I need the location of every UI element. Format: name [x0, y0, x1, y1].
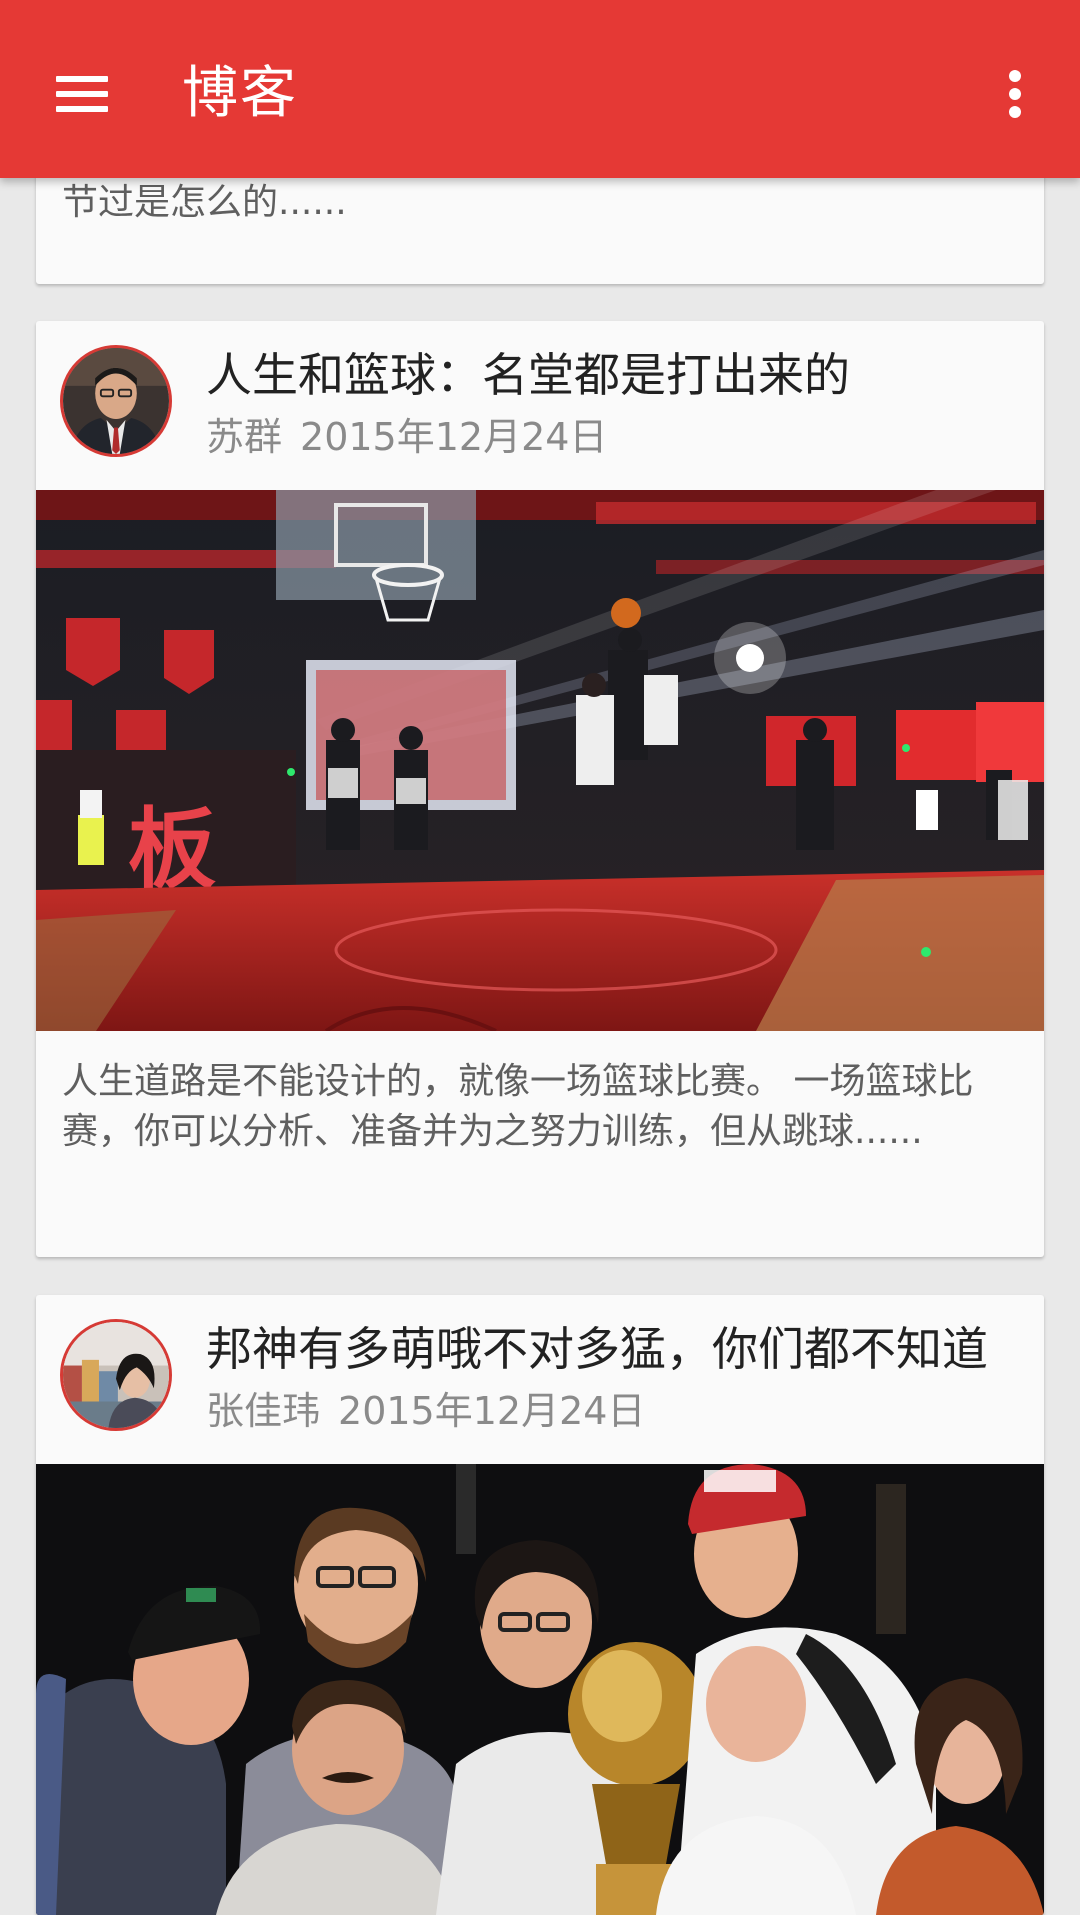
post-meta: 苏群 2015年12月24日	[206, 411, 607, 463]
app-bar: 博客	[0, 0, 1080, 178]
post-author: 苏群	[206, 415, 283, 459]
avatar-image	[63, 348, 169, 454]
post-meta: 张佳玮 2015年12月24日	[206, 1385, 645, 1437]
post-image-basketball[interactable]: 板	[36, 490, 1044, 1031]
hamburger-menu-icon[interactable]	[52, 72, 112, 116]
post-excerpt: 节过是怎么的......	[62, 182, 347, 223]
more-vert-icon[interactable]	[1000, 66, 1030, 122]
author-avatar[interactable]	[60, 345, 172, 457]
post-title[interactable]: 人生和篮球：名堂都是打出来的	[206, 343, 850, 407]
post-card[interactable]: 人生和篮球：名堂都是打出来的 苏群 2015年12月24日 板 人生道路是不能设…	[36, 321, 1044, 1257]
post-image-trophy[interactable]	[36, 1464, 1044, 1915]
group-photo	[36, 1464, 1044, 1915]
basketball-photo: 板	[36, 490, 1044, 1031]
arena-sign-text: 板	[128, 798, 216, 901]
post-date: 2015年12月24日	[338, 1389, 646, 1433]
author-avatar[interactable]	[60, 1319, 172, 1431]
avatar-image	[63, 1322, 169, 1428]
post-date: 2015年12月24日	[300, 415, 608, 459]
post-author: 张佳玮	[206, 1389, 321, 1433]
app-title: 博客	[182, 61, 298, 126]
post-title[interactable]: 邦神有多萌哦不对多猛，你们都不知道	[206, 1317, 988, 1381]
post-card[interactable]: 邦神有多萌哦不对多猛，你们都不知道 张佳玮 2015年12月24日	[36, 1295, 1044, 1915]
post-excerpt: 人生道路是不能设计的，就像一场篮球比赛。 一场篮球比赛，你可以分析、准备并为之努…	[62, 1061, 974, 1152]
